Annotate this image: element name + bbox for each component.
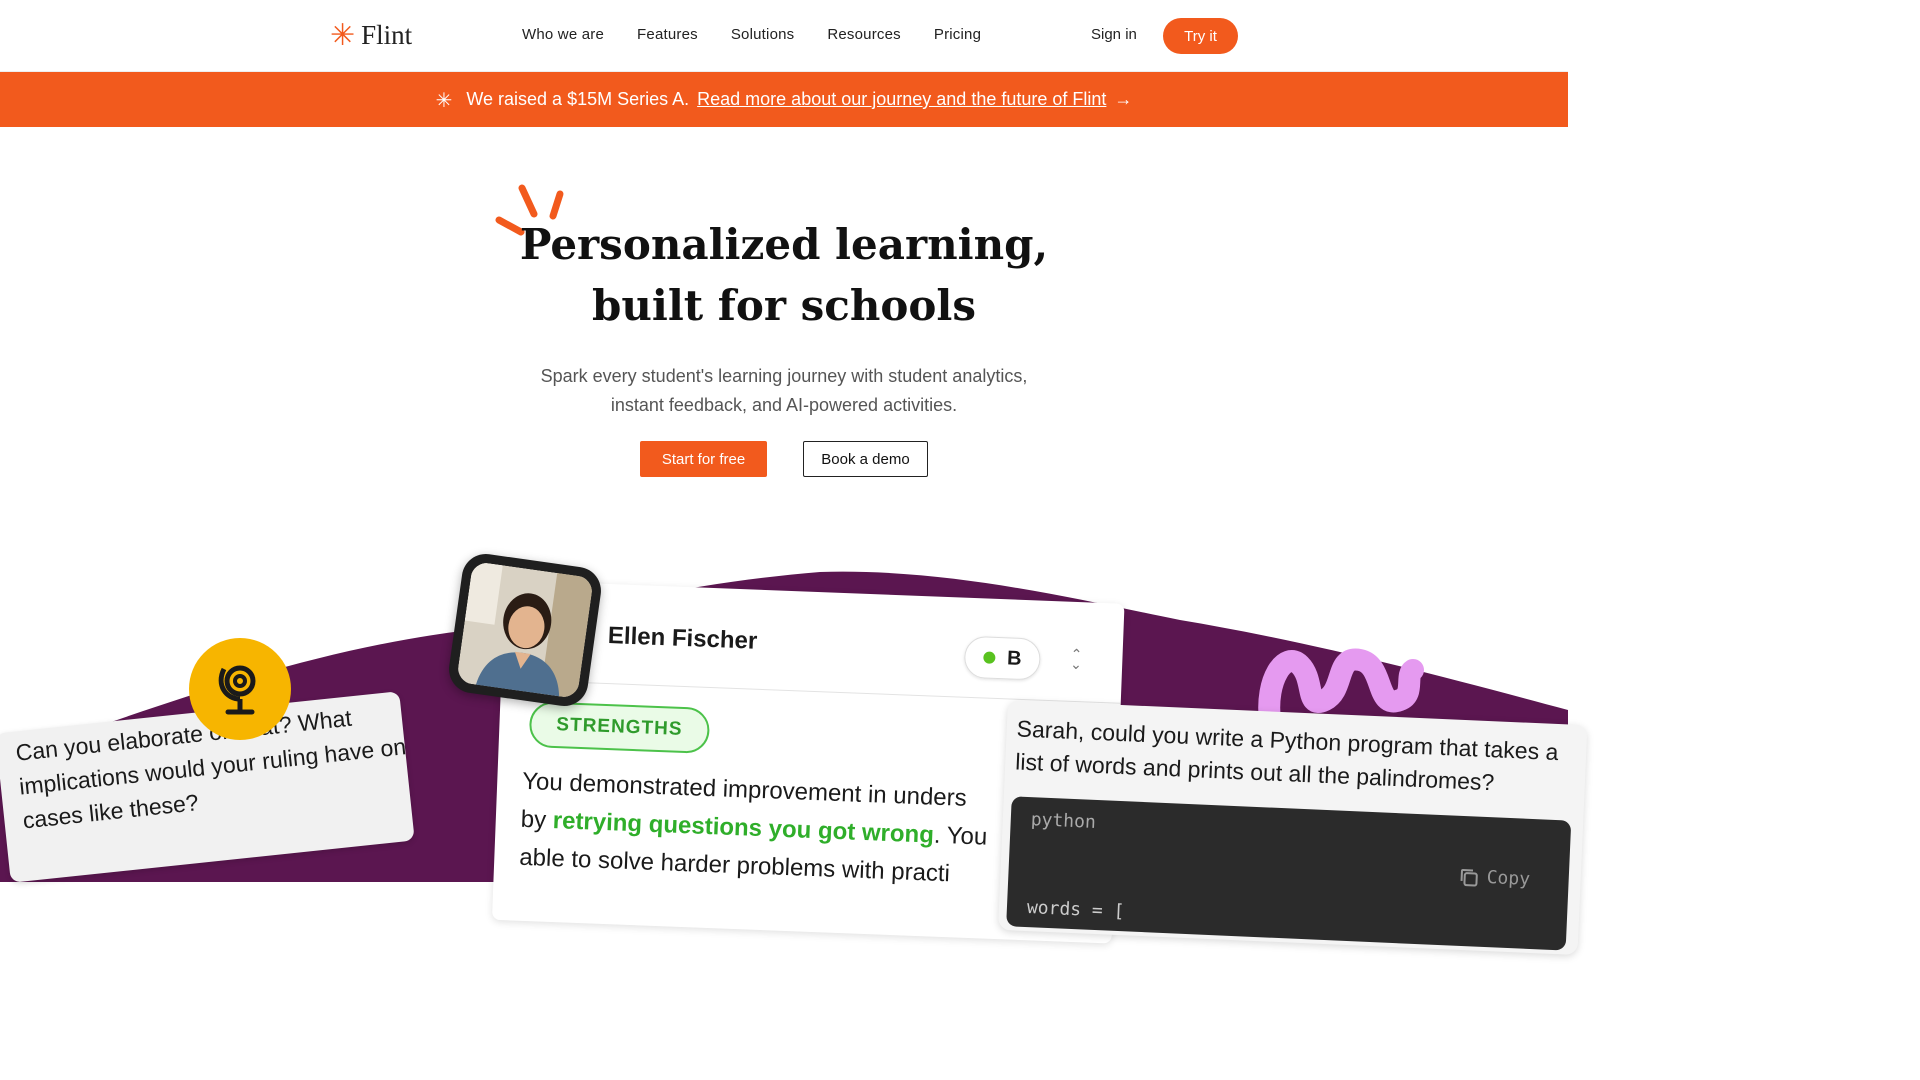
copy-button[interactable]: Copy	[1458, 866, 1530, 890]
hero-title: Personalized learning, built for schools	[384, 214, 1184, 336]
code-language: python	[1030, 809, 1097, 833]
feedback-line2-pre: by	[520, 805, 554, 835]
start-for-free-button[interactable]: Start for free	[640, 441, 767, 477]
nav-links: Who we are Features Solutions Resources …	[522, 26, 981, 43]
nav-link-who-we-are[interactable]: Who we are	[522, 26, 604, 43]
sign-in-link[interactable]: Sign in	[1091, 26, 1137, 43]
copy-icon	[1460, 868, 1478, 887]
nav-link-solutions[interactable]: Solutions	[731, 26, 795, 43]
announcement-banner: ✳ We raised a $15M Series A. Read more a…	[0, 72, 1568, 127]
feedback-line2-post: . You	[933, 821, 988, 851]
student-name: Ellen Fischer	[607, 622, 758, 655]
nav-link-features[interactable]: Features	[637, 26, 698, 43]
hero-subtitle-line1: Spark every student's learning journey w…	[540, 366, 1028, 386]
hero-subtitle: Spark every student's learning journey w…	[484, 362, 1084, 420]
student-avatar	[445, 550, 605, 710]
hero-title-line1: Personalized learning,	[519, 220, 1049, 269]
logo-text: Flint	[361, 20, 413, 50]
prompt-card: Sarah, could you write a Python program …	[997, 700, 1588, 956]
prompt-card-text: Sarah, could you write a Python program …	[1014, 715, 1559, 796]
copy-label: Copy	[1486, 867, 1531, 890]
grade-selector[interactable]: B	[963, 635, 1042, 681]
arrow-right-icon[interactable]: →	[1114, 89, 1132, 110]
student-photo	[456, 561, 594, 699]
code-line: words = [	[1026, 897, 1125, 923]
top-nav: ✳ Flint Who we are Features Solutions Re…	[0, 0, 1568, 72]
asterisk-icon: ✳	[330, 17, 356, 53]
nav-link-pricing[interactable]: Pricing	[934, 26, 981, 43]
book-demo-button[interactable]: Book a demo	[803, 441, 928, 477]
status-dot-icon	[982, 651, 996, 664]
hero-title-line2: built for schools	[591, 281, 977, 330]
strengths-badge: STRENGTHS	[528, 701, 711, 754]
code-block: python Copy words = [	[1006, 796, 1572, 951]
grade-value: B	[1006, 646, 1023, 670]
chevron-up-down-icon[interactable]: ⌃ ⌄	[1070, 647, 1083, 673]
sparkle-icon: ✳	[435, 87, 453, 112]
globe-badge	[189, 638, 291, 740]
hero-subtitle-line2: instant feedback, and AI-powered activit…	[610, 395, 958, 415]
banner-link[interactable]: Read more about our journey and the futu…	[697, 89, 1106, 110]
nav-link-resources[interactable]: Resources	[827, 26, 901, 43]
banner-text: We raised a $15M Series A.	[466, 89, 690, 109]
try-it-button[interactable]: Try it	[1163, 18, 1238, 54]
globe-icon	[218, 665, 256, 715]
logo[interactable]: ✳ Flint	[330, 20, 412, 51]
